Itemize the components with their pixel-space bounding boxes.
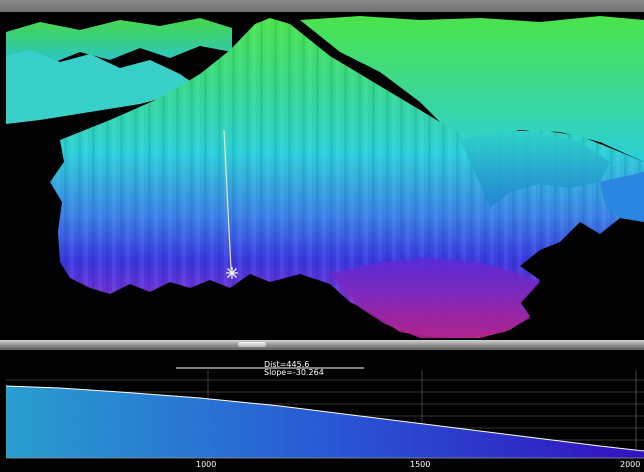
x-tick-label: 1500 xyxy=(410,460,431,469)
terrain-surface xyxy=(6,16,644,338)
window-top-bar xyxy=(0,0,644,12)
panel-splitter[interactable] xyxy=(0,340,644,350)
asterisk-marker-icon[interactable] xyxy=(226,267,238,279)
x-tick-label: 2000 xyxy=(620,460,641,469)
elevation-profile-panel: Dist=445.6 Slope=-30.264 1000 1500 2000 xyxy=(0,350,644,472)
slope-readout: Slope=-30.264 xyxy=(264,368,324,377)
x-tick-label: 1000 xyxy=(196,460,217,469)
splitter-grip-handle[interactable] xyxy=(238,342,266,347)
terrain-3d-viewport[interactable] xyxy=(0,12,644,340)
